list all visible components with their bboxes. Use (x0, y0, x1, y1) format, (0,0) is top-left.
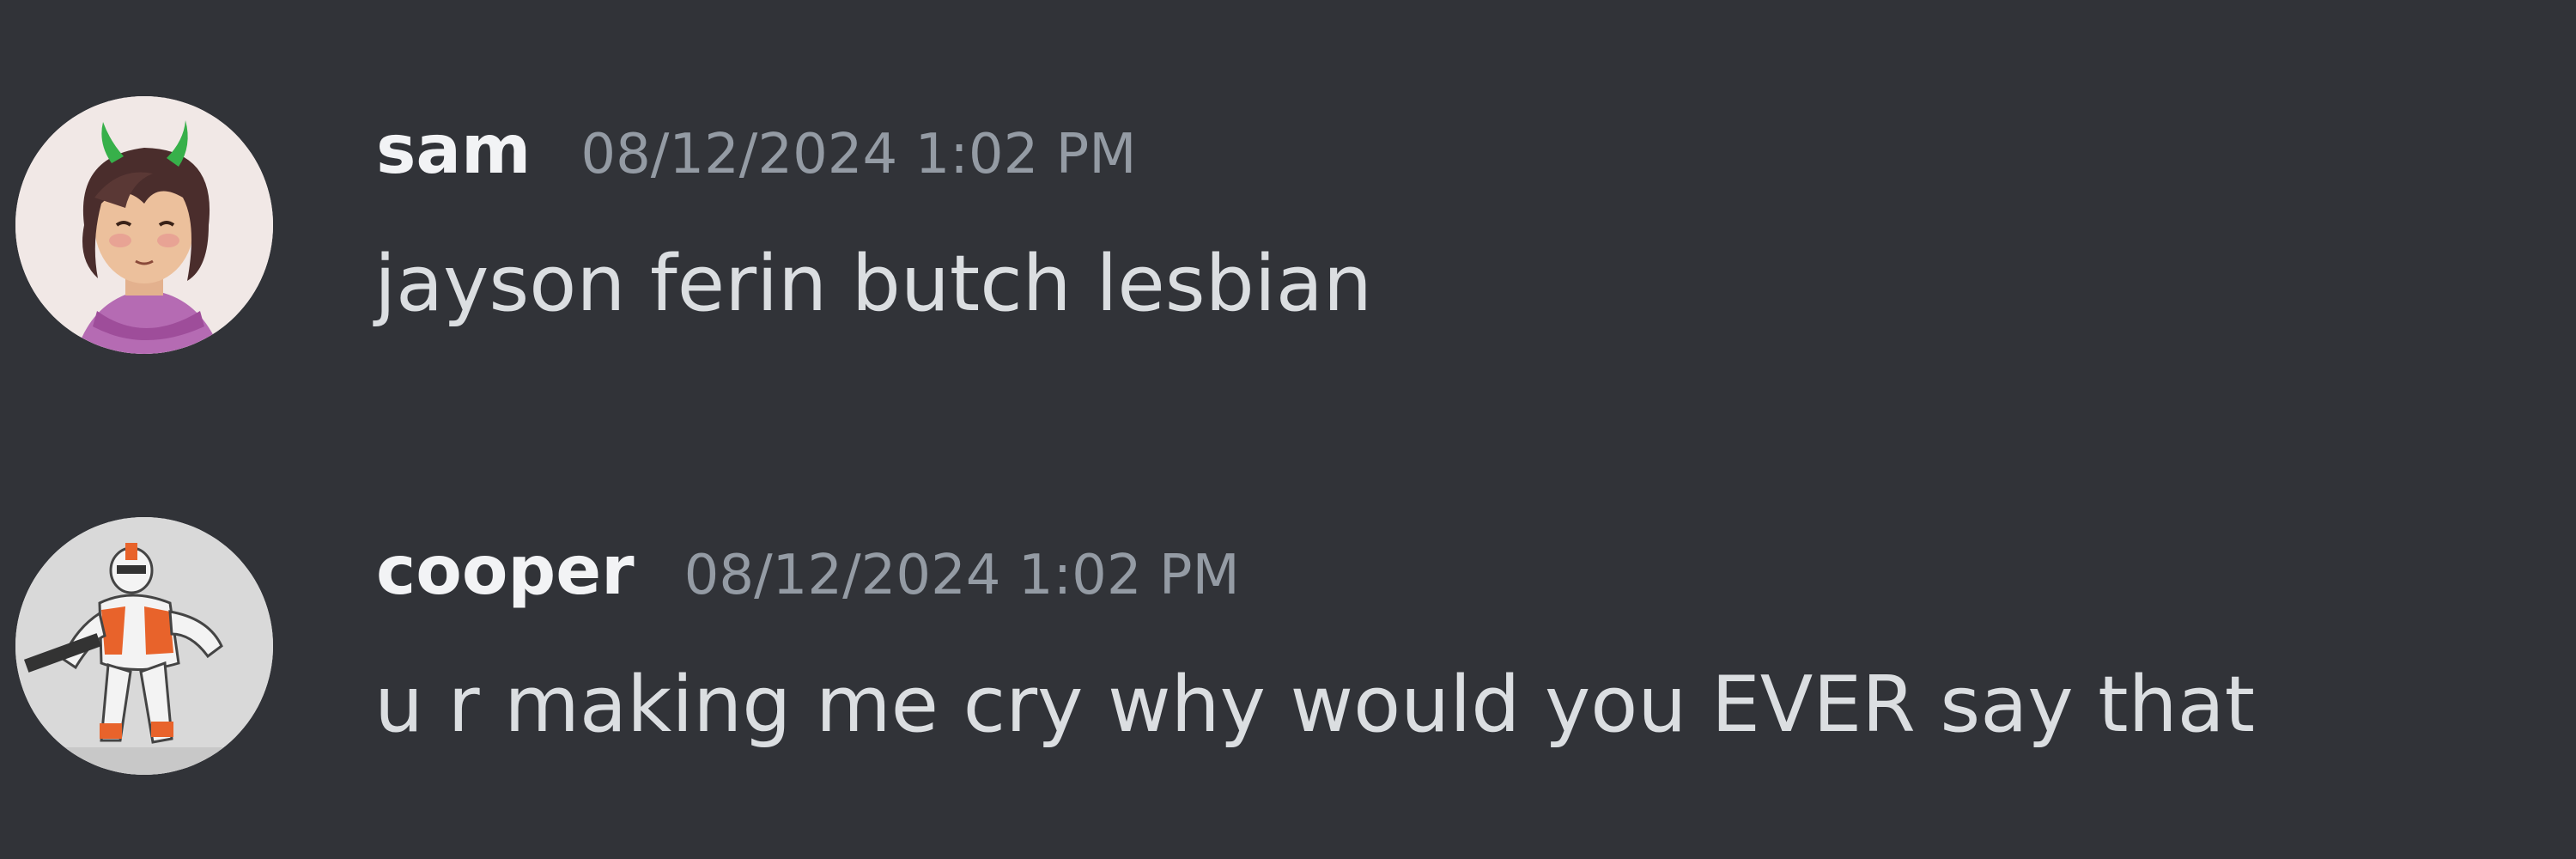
cooper-avatar-image (15, 517, 273, 775)
message-header: cooper 08/12/2024 1:02 PM (376, 533, 1240, 627)
message-content: u r making me cry why would you EVER say… (374, 660, 2256, 750)
timestamp[interactable]: 08/12/2024 1:02 PM (684, 544, 1240, 607)
sam-avatar-image (15, 96, 273, 354)
user-avatar-icon[interactable] (15, 96, 273, 354)
user-avatar-icon[interactable] (15, 517, 273, 775)
message-item: sam 08/12/2024 1:02 PM jayson ferin butch… (0, 94, 2576, 378)
message-item: cooper 08/12/2024 1:02 PM u r making me c… (0, 515, 2576, 799)
message-header: sam 08/12/2024 1:02 PM (376, 112, 1136, 206)
message-content: jayson ferin butch lesbian (374, 239, 1372, 329)
timestamp[interactable]: 08/12/2024 1:02 PM (580, 123, 1136, 186)
chat-log: sam 08/12/2024 1:02 PM jayson ferin butch… (0, 0, 2576, 859)
username[interactable]: cooper (376, 533, 635, 610)
username[interactable]: sam (376, 112, 531, 189)
